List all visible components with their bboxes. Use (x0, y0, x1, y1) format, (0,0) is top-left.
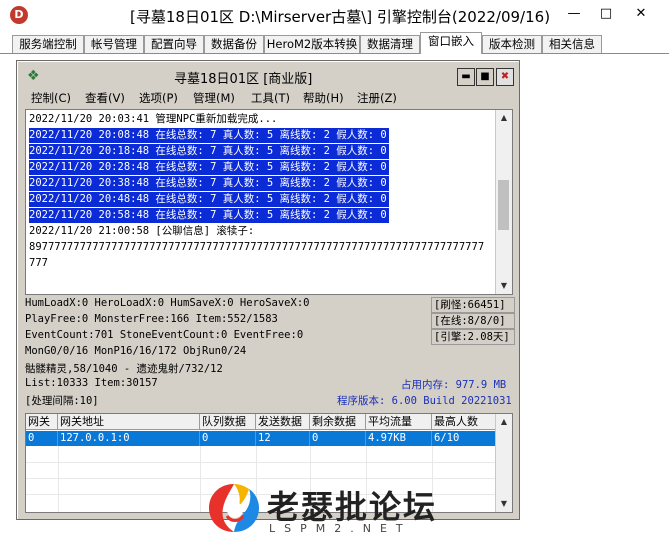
maximize-button[interactable]: □ (594, 4, 618, 24)
app-icon: D (10, 6, 28, 24)
stat-load-save: HumLoadX:0 HeroLoadX:0 HumSaveX:0 HeroSa… (25, 297, 310, 309)
log-line: 2022/11/20 21:00:58 [公聊信息] 滚犊子: (29, 225, 255, 237)
log-line: 2022/11/20 20:28:48 在线总数: 7 真人数: 5 离线数: … (29, 160, 389, 175)
tab-related-info[interactable]: 相关信息 (542, 35, 602, 53)
cell-gateway: 0 (26, 431, 58, 446)
log-line: 2022/11/20 20:03:41 管理NPC重新加载完成... (29, 113, 278, 125)
tab-server-control[interactable]: 服务端控制 (12, 35, 84, 53)
main-window: D [寻墓18日01区 D:\Mirserver古墓\] 引擎控制台(2022/… (0, 0, 669, 542)
engine-uptime-badge: [引擎:2.08天] (431, 329, 515, 345)
tab-config-wizard[interactable]: 配置向导 (144, 35, 204, 53)
cell-max-users: 6/10 (432, 431, 496, 446)
stat-free: PlayFree:0 MonsterFree:166 Item:552/1583 (25, 313, 278, 325)
grid-line (58, 446, 59, 512)
embedded-minimize-button[interactable]: ▬ (457, 68, 475, 86)
embedded-title-bar: ❖ 寻墓18日01区 [商业版] ▬ ■ ✖ (21, 65, 515, 87)
cell-queue: 0 (200, 431, 256, 446)
log-scroll-thumb[interactable] (498, 180, 509, 230)
title-bar: D [寻墓18日01区 D:\Mirserver古墓\] 引擎控制台(2022/… (0, 0, 669, 32)
log-output[interactable]: 2022/11/20 20:03:41 管理NPC重新加载完成... 2022/… (25, 109, 513, 295)
cell-remaining: 0 (310, 431, 366, 446)
log-line: 2022/11/20 20:18:48 在线总数: 7 真人数: 5 离线数: … (29, 144, 389, 159)
log-line: 2022/11/20 20:38:48 在线总数: 7 真人数: 5 离线数: … (29, 176, 389, 191)
tab-data-clean[interactable]: 数据清理 (360, 35, 420, 53)
log-line: 2022/11/20 20:48:48 在线总数: 7 真人数: 5 离线数: … (29, 192, 389, 207)
stat-map: 骷髅精灵,58/1040 - 遗迹鬼射/732/12 (25, 363, 223, 375)
scroll-down-icon[interactable]: ▼ (496, 496, 512, 512)
cell-sent: 12 (256, 431, 310, 446)
log-line: 8977777777777777777777777777777777777777… (29, 241, 485, 253)
menu-register[interactable]: 注册(Z) (357, 90, 397, 106)
tab-backup[interactable]: 数据备份 (204, 35, 264, 53)
log-line: 2022/11/20 20:58:48 在线总数: 7 真人数: 5 离线数: … (29, 208, 389, 223)
embedded-title: 寻墓18日01区 [商业版] (174, 72, 313, 87)
menu-bar: 控制(C) 查看(V) 选项(P) 管理(M) 工具(T) 帮助(H) 注册(Z… (21, 89, 515, 107)
tab-version-check[interactable]: 版本检测 (482, 35, 542, 53)
menu-tools[interactable]: 工具(T) (251, 90, 290, 106)
menu-view[interactable]: 查看(V) (85, 90, 125, 106)
col-gateway[interactable]: 网关 (26, 414, 58, 430)
window-title: [寻墓18日01区 D:\Mirserver古墓\] 引擎控制台(2022/09… (130, 8, 551, 26)
tab-bar: 服务端控制 帐号管理 配置向导 数据备份 HeroM2版本转换 数据清理 窗口嵌… (0, 32, 669, 54)
close-button[interactable]: ✕ (629, 4, 653, 24)
grid-line (200, 446, 201, 512)
menu-control[interactable]: 控制(C) (31, 90, 71, 106)
scroll-up-icon[interactable]: ▲ (496, 110, 512, 126)
memory-usage: 占用内存: 977.9 MB (401, 379, 507, 391)
col-max-users[interactable]: 最高人数 (432, 414, 496, 430)
minimize-button[interactable]: — (562, 4, 586, 24)
log-line: 2022/11/20 20:08:48 在线总数: 7 真人数: 5 离线数: … (29, 128, 389, 143)
program-version: 程序版本: 6.00 Build 20221031 (337, 395, 512, 407)
col-gateway-address[interactable]: 网关地址 (58, 414, 200, 430)
scroll-down-icon[interactable]: ▼ (496, 278, 512, 294)
dragon-icon: ❖ (27, 68, 40, 84)
grid-scrollbar[interactable]: ▲ ▼ (495, 414, 512, 512)
tab-embed-window[interactable]: 窗口嵌入 (420, 32, 482, 54)
embedded-window: ❖ 寻墓18日01区 [商业版] ▬ ■ ✖ 控制(C) 查看(V) 选项(P)… (16, 60, 520, 520)
stat-monster: MonG0/0/16 MonP16/16/172 ObjRun0/24 (25, 345, 247, 357)
col-queue-data[interactable]: 队列数据 (200, 414, 256, 430)
embedded-maximize-button[interactable]: ■ (476, 68, 494, 86)
monster-refresh-badge: [刷怪:66451] (431, 297, 515, 313)
cell-traffic: 4.97KB (366, 431, 432, 446)
online-badge: [在线:8/8/0] (431, 313, 515, 329)
menu-options[interactable]: 选项(P) (139, 90, 178, 106)
menu-help[interactable]: 帮助(H) (303, 90, 344, 106)
outer-scrollbar[interactable] (655, 54, 669, 542)
embedded-close-button[interactable]: ✖ (496, 68, 514, 86)
scroll-up-icon[interactable]: ▲ (496, 414, 512, 430)
col-remaining-data[interactable]: 剩余数据 (310, 414, 366, 430)
watermark: 老瑟批论坛 LSPM2.NET (205, 476, 475, 540)
col-avg-traffic[interactable]: 平均流量 (366, 414, 432, 430)
menu-manage[interactable]: 管理(M) (193, 90, 235, 106)
tab-account[interactable]: 帐号管理 (84, 35, 144, 53)
log-scrollbar[interactable]: ▲ ▼ (495, 110, 512, 294)
forum-logo-icon (209, 484, 259, 532)
watermark-subtext: LSPM2.NET (269, 522, 412, 535)
tab-herom2[interactable]: HeroM2版本转换 (264, 35, 360, 53)
log-line: 777 (29, 257, 48, 269)
stat-list: List:10333 Item:30157 (25, 377, 158, 389)
stat-event: EventCount:701 StoneEventCount:0 EventFr… (25, 329, 304, 341)
grid-line (26, 462, 496, 463)
cell-address: 127.0.0.1:0 (58, 431, 200, 446)
stat-interval: [处理间隔:10] (25, 395, 99, 407)
col-sent-data[interactable]: 发送数据 (256, 414, 310, 430)
